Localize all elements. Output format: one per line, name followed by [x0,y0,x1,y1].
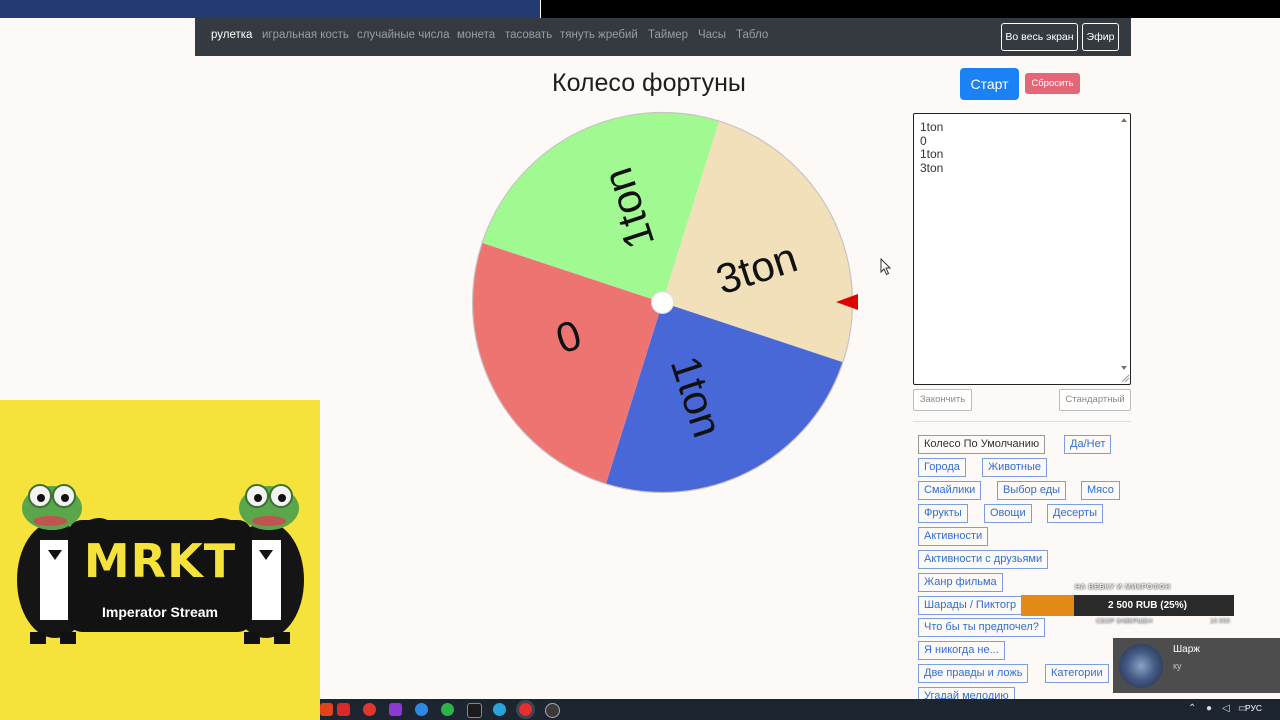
chrome-icon[interactable] [441,703,454,716]
nav-roulette[interactable]: рулетка [211,29,252,41]
preset-two-truths[interactable]: Две правды и ложь [918,664,1029,683]
wheel-hub [651,291,674,314]
donation-caption: НА ВЕБКУ И МИКРОФОН [1075,584,1171,591]
nav-coin[interactable]: монета [457,29,495,41]
preset-never-have-i[interactable]: Я никогда не... [918,641,1005,660]
donation-goal: 10 000 [1210,618,1230,625]
standard-button[interactable]: Стандартный [1059,389,1131,411]
textarea-scrollbar[interactable] [1118,114,1130,384]
nav-dice[interactable]: игральная кость [262,29,349,41]
entry-line: 0 [920,134,927,148]
preset-meat[interactable]: Мясо [1081,481,1120,500]
entry-line: 1ton [920,147,944,161]
nav-random-numbers[interactable]: случайные числа [357,29,450,41]
fullscreen-button[interactable]: Во весь экран [1001,23,1078,51]
preset-activities-friends[interactable]: Активности с друзьями [918,550,1049,569]
preset-charades[interactable]: Шарады / Пиктогр [918,596,1023,615]
preset-desserts[interactable]: Десерты [1047,504,1104,523]
divider [913,421,1131,422]
telegram-icon[interactable] [493,703,506,716]
language-indicator[interactable]: РУС [1245,703,1262,713]
nav-clock[interactable]: Часы [698,29,726,41]
fortune-wheel[interactable]: 3ton 1ton 0 1ton [470,110,855,495]
preset-cities[interactable]: Города [918,458,966,477]
donation-amount: 2 500 RUB (25%) [1108,600,1187,611]
taskbar: ⌃ ● ◁ ▭ РУС [320,699,1280,720]
top-strip-left [0,0,540,18]
preset-fruits[interactable]: Фрукты [918,504,968,523]
preset-default-wheel[interactable]: Колесо По Умолчанию [918,435,1046,454]
volume-icon[interactable]: ◁ [1222,703,1230,714]
entry-line: 1ton [920,120,944,134]
preset-animals[interactable]: Животные [982,458,1048,477]
preset-movie-genre[interactable]: Жанр фильма [918,573,1003,592]
mrkt-logo-box: MRKT Imperator Stream [68,520,252,632]
reset-button[interactable]: Сбросить [1025,73,1080,94]
nav-draw-lots[interactable]: тянуть жребий [560,29,638,41]
donation-progress-bar: 2 500 RUB (25%) [1021,595,1234,616]
wheel-entries-textarea[interactable]: 1ton 0 1ton 3ton [913,113,1131,385]
air-button[interactable]: Эфир [1082,23,1119,51]
navbar: рулетка игральная кость случайные числа … [195,18,1131,56]
mouse-cursor-icon [880,258,892,276]
preset-vegetables[interactable]: Овощи [984,504,1032,523]
yandex-browser-icon[interactable] [516,700,535,719]
notification-avatar [1119,644,1163,688]
notification-title: Шарж [1173,644,1200,655]
opera-icon[interactable] [363,703,376,716]
notification-card: Шарж ку [1113,638,1280,693]
preset-yes-no[interactable]: Да/Нет [1064,435,1112,454]
entry-line: 3ton [920,161,944,175]
nav-scoreboard[interactable]: Табло [736,29,768,41]
microphone-icon[interactable]: ● [1206,703,1212,714]
notification-text: ку [1173,661,1182,671]
preset-food[interactable]: Выбор еды [997,481,1067,500]
start-button[interactable]: Старт [960,68,1019,100]
mrkt-logo: MRKT [83,534,237,588]
preset-emoji[interactable]: Смайлики [918,481,982,500]
top-strip-right [541,0,1280,18]
taskbar-app-icon[interactable] [320,703,333,716]
stream-overlay-panel: MRKT Imperator Stream [0,400,320,720]
preset-categories[interactable]: Категории [1045,664,1109,683]
page-title: Колесо фортуны [552,69,746,97]
checkmark-app-icon[interactable] [415,703,428,716]
obs-icon[interactable] [545,703,560,718]
donation-status: СБОР ЗАВЕРШЕН [1096,618,1153,625]
yandex-icon[interactable] [337,703,350,716]
nav-shuffle[interactable]: тасовать [505,29,552,41]
nav-timer[interactable]: Таймер [648,29,688,41]
wheel-pointer [836,294,858,310]
app-icon[interactable] [389,703,402,716]
stream-subtitle: Imperator Stream [102,604,218,620]
finish-button[interactable]: Закончить [913,389,972,411]
preset-activities[interactable]: Активности [918,527,989,546]
tray-chevron-icon[interactable]: ⌃ [1188,703,1196,714]
preset-would-you-rather[interactable]: Что бы ты предпочел? [918,618,1045,637]
notion-icon[interactable] [467,703,482,718]
